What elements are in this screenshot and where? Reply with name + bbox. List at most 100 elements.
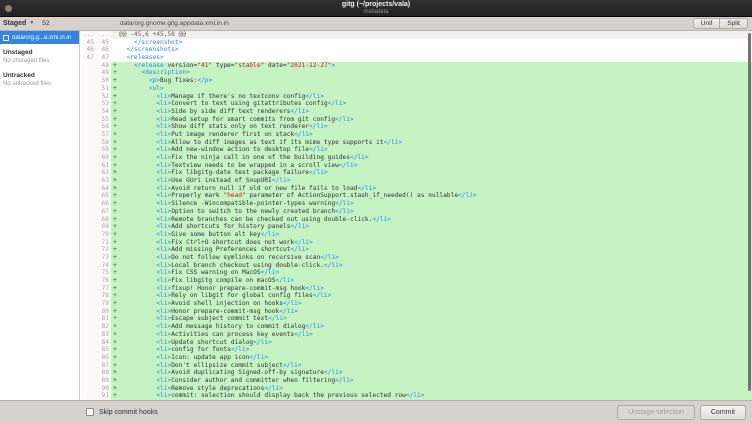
- diff-line[interactable]: 51+ <ul>: [81, 85, 752, 93]
- diff-line[interactable]: 85+ <li>config for fonts</li>: [81, 346, 752, 354]
- commit-action-bar: Skip commit hooks Unstage selection Comm…: [0, 400, 752, 423]
- line-marker: +: [111, 146, 119, 154]
- header-bar: gitg (~/projects/vala) metadata: [0, 0, 752, 17]
- line-marker: +: [111, 377, 119, 385]
- old-line-number: [81, 239, 96, 247]
- diff-line[interactable]: 61+ <li>Textview needs to be wrapped in …: [81, 162, 752, 170]
- diff-line[interactable]: 73+ <li>Do not follow symlinks on recurs…: [81, 254, 752, 262]
- diff-line[interactable]: 78+ <li>Rely on libgit for global config…: [81, 292, 752, 300]
- line-marker: +: [111, 277, 119, 285]
- old-line-number: [81, 277, 96, 285]
- diff-line[interactable]: 72+ <li>Add missing Preferences shortcut…: [81, 246, 752, 254]
- diff-line[interactable]: 62+ <li>Fix libgitg-date test package fa…: [81, 169, 752, 177]
- diff-line[interactable]: 84+ <li>Update shortcut dialog</li>: [81, 339, 752, 347]
- line-content: <li>Give some button alt key</li>: [119, 231, 752, 239]
- line-marker: [111, 39, 119, 47]
- line-content: <li>fixup! Honor prepare-commit-msg hook…: [119, 285, 752, 293]
- diff-line[interactable]: 49+ <description>: [81, 69, 752, 77]
- diff-line[interactable]: 82+ <li>Add message history to commit di…: [81, 323, 752, 331]
- diff-line[interactable]: 75+ <li>Fix CSS warning on MacOS</li>: [81, 269, 752, 277]
- unified-view-button[interactable]: Unif: [693, 18, 720, 29]
- line-marker: +: [111, 292, 119, 300]
- diff-line[interactable]: 52+ <li>Manage if there's no textconv co…: [81, 93, 752, 101]
- line-content: <li>Allow to diff images as text if its …: [119, 139, 752, 147]
- line-content: <li>Add shortcuts for history panels</li…: [119, 223, 752, 231]
- diff-line[interactable]: 77+ <li>fixup! Honor prepare-commit-msg …: [81, 285, 752, 293]
- skip-commit-hooks-checkbox[interactable]: [86, 408, 94, 416]
- line-content: </screenshots>: [119, 46, 752, 54]
- line-marker: +: [111, 108, 119, 116]
- vertical-scrollbar[interactable]: [748, 33, 751, 391]
- new-line-number: 46: [96, 46, 111, 54]
- diff-line[interactable]: 86+ <li>Icon: update app icon</li>: [81, 354, 752, 362]
- line-content: <li>Manage if there's no textconv config…: [119, 93, 752, 101]
- diff-line[interactable]: 80+ <li>Honor prepare-commit-msg hook</l…: [81, 308, 752, 316]
- new-line-number: 50: [96, 77, 111, 85]
- new-line-number: 55: [96, 116, 111, 124]
- diff-line[interactable]: 89+ <li>Consider author and committer wh…: [81, 377, 752, 385]
- window-titles: gitg (~/projects/vala) metadata: [342, 1, 410, 15]
- diff-line[interactable]: 56+ <li>Show diff stats only on text ren…: [81, 123, 752, 131]
- hunk-header-row[interactable]: ......@@ -45,6 +45,58 @@: [81, 31, 752, 39]
- diff-line[interactable]: 91+ <li>commit: selection should display…: [81, 392, 752, 400]
- new-line-number: 61: [96, 162, 111, 170]
- new-line-number: 88: [96, 369, 111, 377]
- diff-line[interactable]: 79+ <li>Avoid shell injection on hooks</…: [81, 300, 752, 308]
- diff-line[interactable]: 4545 </screenshot>: [81, 39, 752, 47]
- old-line-number: [81, 131, 96, 139]
- line-content: <li>Fix Ctrl+O shortcut does not work</l…: [119, 239, 752, 247]
- old-line-number: [81, 85, 96, 93]
- line-content: @@ -45,6 +45,58 @@: [119, 31, 752, 39]
- staged-selector[interactable]: Staged ▼ 52: [0, 20, 80, 27]
- diff-line[interactable]: 70+ <li>Give some button alt key</li>: [81, 231, 752, 239]
- diff-line[interactable]: 50+ <p>Bug fixes:</p>: [81, 77, 752, 85]
- diff-line[interactable]: 54+ <li>Side by side diff text renderers…: [81, 108, 752, 116]
- line-marker: +: [111, 246, 119, 254]
- line-marker: +: [111, 177, 119, 185]
- diff-line[interactable]: 76+ <li>Fix libgitg compile on macOS</li…: [81, 277, 752, 285]
- line-content: <li>Activities can process key events</l…: [119, 331, 752, 339]
- unstage-selection-button[interactable]: Unstage selection: [617, 405, 695, 420]
- diff-line[interactable]: 66+ <li>Silence -Wincompatible-pointer-t…: [81, 200, 752, 208]
- diff-line[interactable]: 67+ <li>Option to switch to the newly cr…: [81, 208, 752, 216]
- line-content: <li>Fix libgitg-date test package failur…: [119, 169, 752, 177]
- diff-line[interactable]: 74+ <li>Local branch checkout using doub…: [81, 262, 752, 270]
- diff-line[interactable]: 4747 <releases>: [81, 54, 752, 62]
- diff-line[interactable]: 57+ <li>Put image renderer first on stac…: [81, 131, 752, 139]
- new-line-number: 45: [96, 39, 111, 47]
- diff-line[interactable]: 65+ <li>Properly mark "head" parameter o…: [81, 192, 752, 200]
- new-line-number: 68: [96, 216, 111, 224]
- diff-line[interactable]: 90+ <li>Remove style deprecations</li>: [81, 385, 752, 393]
- diff-line[interactable]: 64+ <li>Avoid return null if old or new …: [81, 185, 752, 193]
- context-counter[interactable]: 52: [42, 20, 49, 27]
- diff-line[interactable]: 60+ <li>Fix the ninja call in one of the…: [81, 154, 752, 162]
- diff-line[interactable]: 88+ <li>Avoid duplicating Signed-off-by …: [81, 369, 752, 377]
- commit-button[interactable]: Commit: [700, 405, 746, 420]
- old-line-number: [81, 331, 96, 339]
- old-line-number: ...: [81, 31, 96, 39]
- line-content: <li>Fix the ninja call in one of the bui…: [119, 154, 752, 162]
- line-marker: +: [111, 185, 119, 193]
- new-line-number: 79: [96, 300, 111, 308]
- old-line-number: [81, 385, 96, 393]
- diff-line[interactable]: 83+ <li>Activities can process key event…: [81, 331, 752, 339]
- diff-line[interactable]: 59+ <li>Add new-window action to desktop…: [81, 146, 752, 154]
- old-line-number: [81, 346, 96, 354]
- old-line-number: [81, 362, 96, 370]
- split-view-button[interactable]: Split: [719, 18, 748, 29]
- diff-line[interactable]: 81+ <li>Escape subject commit text</li>: [81, 315, 752, 323]
- staged-file-item[interactable]: data/org.g...a.xml.in.in: [0, 31, 79, 44]
- diff-line[interactable]: 48+ <release version="41" type="stable" …: [81, 62, 752, 70]
- diff-line[interactable]: 69+ <li>Add shortcuts for history panels…: [81, 223, 752, 231]
- diff-line[interactable]: 58+ <li>Allow to diff images as text if …: [81, 139, 752, 147]
- diff-line[interactable]: 71+ <li>Fix Ctrl+O shortcut does not wor…: [81, 239, 752, 247]
- diff-line[interactable]: 63+ <li>Use GUri instead of SoupURI</li>: [81, 177, 752, 185]
- diff-line[interactable]: 68+ <li>Remote branches can be checked o…: [81, 216, 752, 224]
- line-content: <li>Add missing Preferences shortcut</li…: [119, 246, 752, 254]
- diff-line[interactable]: 53+ <li>Convert to text using gitattribu…: [81, 100, 752, 108]
- diff-line[interactable]: 87+ <li>Don't ellipsize commit subject</…: [81, 362, 752, 370]
- diff-line[interactable]: 55+ <li>Read setup for smart commits fro…: [81, 116, 752, 124]
- old-line-number: [81, 93, 96, 101]
- line-marker: +: [111, 223, 119, 231]
- diff-line[interactable]: 4646 </screenshots>: [81, 46, 752, 54]
